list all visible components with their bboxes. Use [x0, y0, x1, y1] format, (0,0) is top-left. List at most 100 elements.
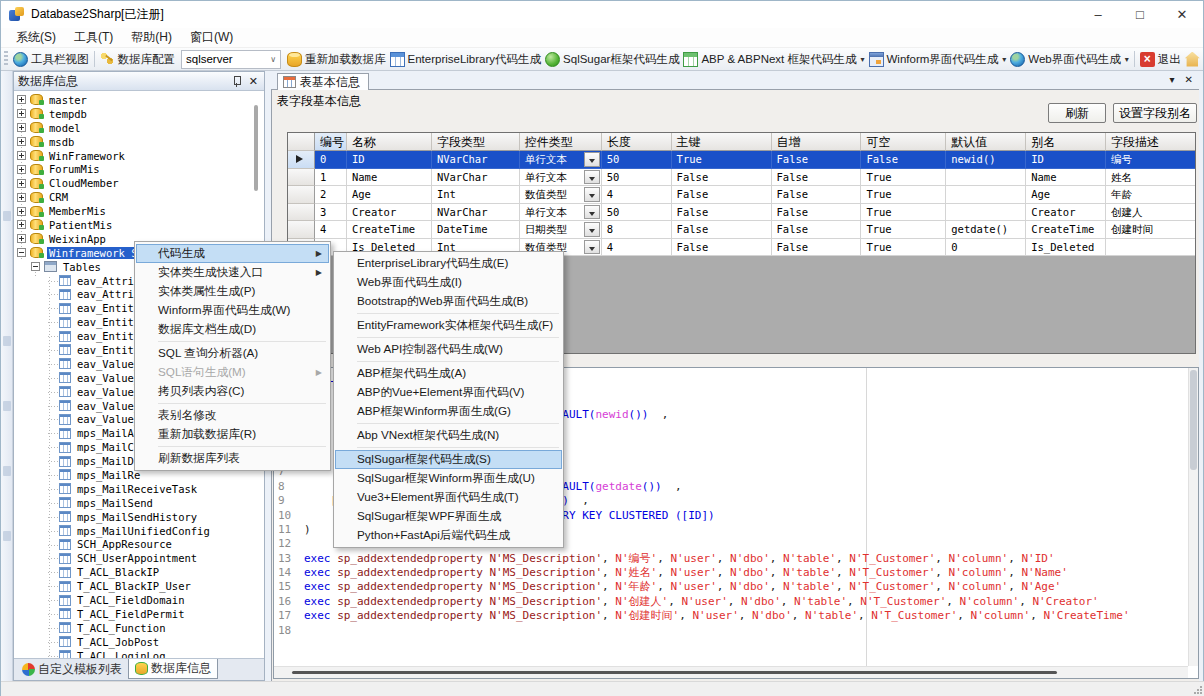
editor-vertical-scrollbar[interactable] [1188, 368, 1198, 666]
context-menu-item[interactable]: 实体类属性生成(P) ▶ [136, 282, 329, 301]
tree-expand-icon[interactable] [17, 109, 26, 118]
grid-row[interactable]: 1 Name NVarChar 单行文本 50 False False True… [288, 169, 1195, 187]
submenu-item[interactable]: EnterpriseLibrary代码生成(E) ▶ [335, 254, 562, 273]
tree-collapse-icon[interactable] [31, 262, 40, 271]
column-header[interactable]: 控件类型 [520, 133, 602, 151]
tree-node-table[interactable]: T_ACL_FieldDomain [14, 593, 264, 607]
close-button[interactable]: ✕ [1161, 1, 1203, 28]
control-type-cell[interactable]: 单行文本 [520, 204, 602, 222]
toolbar-winform-button[interactable]: Winform界面代码生成▾ [867, 49, 1009, 70]
control-type-cell[interactable]: 数值类型 [520, 186, 602, 204]
tree-node-database[interactable]: WinFramework [14, 149, 264, 163]
context-menu-item[interactable]: 代码生成 ▶ [136, 244, 329, 263]
context-menu-item[interactable]: 实体类生成快速入口 ▶ [136, 263, 329, 282]
tree-node-table[interactable]: mps_MailSend [14, 496, 264, 510]
tree-node-table[interactable]: T_ACL_JobPost [14, 635, 264, 649]
column-header[interactable]: 字段描述 [1106, 133, 1195, 151]
tree-node-table[interactable]: T_ACL_BlackIP_User [14, 579, 264, 593]
maximize-button[interactable]: □ [1119, 1, 1161, 28]
column-header[interactable]: 名称 [347, 133, 432, 151]
submenu-item[interactable]: Vue3+Element界面代码生成(T) ▶ [335, 488, 562, 507]
context-menu-item[interactable]: 数据库文档生成(D) ▶ [136, 320, 329, 339]
submenu-item[interactable]: EntityFramework实体框架代码生成(F) ▶ [335, 316, 562, 335]
tree-node-database[interactable]: tempdb [14, 107, 264, 121]
submenu-item[interactable]: ABP框架Winform界面生成(G) ▶ [335, 402, 562, 421]
tree-node-table[interactable]: SCH_AppResource [14, 538, 264, 552]
submenu-item[interactable]: SqlSugar框架Winform界面生成(U) ▶ [335, 469, 562, 488]
tree-node-table[interactable]: mps_MailReceiveTask [14, 482, 264, 496]
menu-item[interactable]: 系统(S) [7, 29, 65, 46]
tree-expand-icon[interactable] [17, 193, 26, 202]
grid-row[interactable]: 4 CreateTime DateTime 日期类型 8 False False… [288, 221, 1195, 239]
column-header[interactable]: 主键 [672, 133, 772, 151]
resize-grip[interactable] [1193, 685, 1203, 695]
tree-expand-icon[interactable] [17, 151, 26, 160]
toolbar-view-button[interactable]: 工具栏视图 [11, 49, 91, 70]
dropdown-button[interactable] [584, 222, 600, 237]
minimize-button[interactable]: – [1077, 1, 1119, 28]
tree-node-database[interactable]: msdb [14, 135, 264, 149]
toolbar-exit-button[interactable]: 退出 [1138, 49, 1183, 70]
context-menu-item[interactable]: 表别名修改 ▶ [136, 406, 329, 425]
submenu-item[interactable] [357, 337, 559, 338]
tree-node-table[interactable]: T_ACL_BlackIP [14, 565, 264, 579]
left-panel-tab[interactable]: 自定义模板列表 [16, 659, 128, 679]
column-header[interactable]: 默认值 [946, 133, 1026, 151]
editor-horizontal-scrollbar[interactable] [274, 666, 1188, 678]
context-menu-item[interactable]: 重新加载数据库(R) ▶ [136, 425, 329, 444]
tree-expand-icon[interactable] [17, 220, 26, 229]
submenu-item[interactable]: ABP的Vue+Element界面代码(V) ▶ [335, 383, 562, 402]
tree-node-database[interactable]: model [14, 121, 264, 135]
column-header[interactable]: 可空 [861, 133, 946, 151]
tree-scrollbar[interactable] [254, 105, 258, 191]
context-menu-item[interactable]: Winform界面代码生成(W) ▶ [136, 301, 329, 320]
toolbar-web-button[interactable]: Web界面代码生成▾ [1008, 49, 1130, 70]
tree-expand-icon[interactable] [17, 179, 26, 188]
submenu-item[interactable]: Abp VNext框架代码生成(N) ▶ [335, 426, 562, 445]
submenu-item[interactable]: Python+FastApi后端代码生成 ▶ [335, 526, 562, 545]
menu-item[interactable]: 工具(T) [65, 29, 122, 46]
control-type-cell[interactable]: 单行文本 [520, 169, 602, 187]
submenu-item[interactable]: ABP框架代码生成(A) ▶ [335, 364, 562, 383]
tree-node-table[interactable]: T_ACL_FieldPermit [14, 607, 264, 621]
column-header[interactable]: 字段类型 [432, 133, 520, 151]
column-header[interactable]: 长度 [602, 133, 672, 151]
tree-node-table[interactable]: T_ACL_Function [14, 621, 264, 635]
grid-row[interactable]: 3 Creator NVarChar 单行文本 50 False False T… [288, 204, 1195, 222]
tab-list-dropdown-icon[interactable]: ▾ [1170, 74, 1175, 85]
submenu-item[interactable] [357, 423, 559, 424]
tree-node-database[interactable]: PatientMis [14, 218, 264, 232]
submenu-item[interactable] [357, 361, 559, 362]
grid-row[interactable]: 2 Age Int 数值类型 4 False False True Age 年龄 [288, 186, 1195, 204]
tree-expand-icon[interactable] [17, 123, 26, 132]
toolbar-home-button[interactable] [1183, 49, 1202, 70]
tree-expand-icon[interactable] [17, 207, 26, 216]
tree-expand-icon[interactable] [17, 248, 26, 257]
column-header[interactable]: 自增 [772, 133, 862, 151]
submenu-item[interactable] [357, 313, 559, 314]
submenu-item[interactable]: Bootstrap的Web界面代码生成(B) ▶ [335, 292, 562, 311]
set-field-alias-button[interactable]: 设置字段别名 [1113, 103, 1197, 123]
toolbar-abp-button[interactable]: ABP & ABPNext 框架代码生成▾ [681, 49, 866, 70]
provider-combobox[interactable]: sqlserver∨ [181, 50, 281, 69]
tree-expand-icon[interactable] [17, 165, 26, 174]
tree-node-database[interactable]: master [14, 93, 264, 107]
context-menu-item[interactable]: 刷新数据库列表 ▶ [136, 449, 329, 468]
submenu-item[interactable]: Web界面代码生成(I) ▶ [335, 273, 562, 292]
pin-icon[interactable] [231, 75, 243, 87]
tree-node-database[interactable]: MemberMis [14, 204, 264, 218]
dropdown-button[interactable] [584, 187, 600, 202]
toolbar-sqlsugar-button[interactable]: SqlSugar框架代码生成 [543, 49, 681, 70]
tree-node-table[interactable]: mps_MailUnifiedConfig [14, 524, 264, 538]
toolbar-dbconfig-button[interactable]: 数据库配置 [98, 49, 178, 70]
tree-node-table[interactable]: mps_MailSendHistory [14, 510, 264, 524]
context-menu-item[interactable] [158, 341, 326, 342]
tree-expand-icon[interactable] [17, 137, 26, 146]
toolbar-enterpriselibrary-button[interactable]: EnterpriseLibrary代码生成 [388, 49, 544, 70]
left-panel-tab[interactable]: 数据库信息 [128, 659, 218, 679]
context-menu-item[interactable]: 拷贝列表内容(C) ▶ [136, 382, 329, 401]
submenu-item[interactable]: SqlSugar框架WPF界面生成 ▶ [335, 507, 562, 526]
tree-node-table[interactable]: SCH_UserAppointment [14, 551, 264, 565]
panel-close-icon[interactable]: ✕ [249, 75, 258, 88]
tree-node-database[interactable]: CloudMember [14, 176, 264, 190]
